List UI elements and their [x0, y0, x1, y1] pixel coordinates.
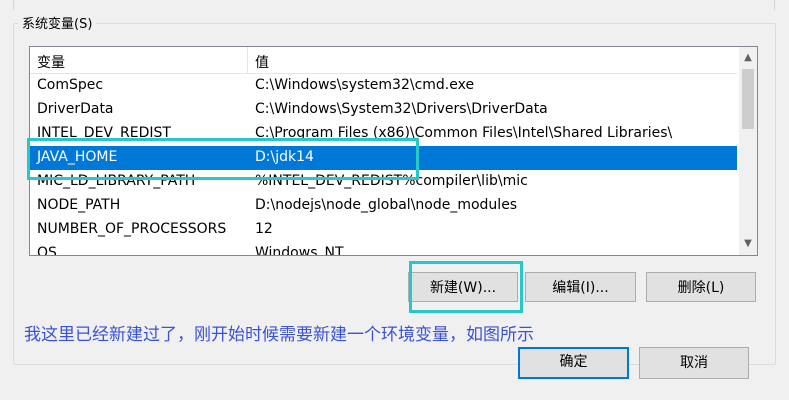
- system-variables-list[interactable]: 变量 值 ComSpec C:\Windows\system32\cmd.exe…: [29, 46, 758, 256]
- table-row[interactable]: MIC_LD_LIBRARY_PATH %INTEL_DEV_REDIST%co…: [30, 170, 737, 194]
- column-divider[interactable]: [247, 47, 248, 73]
- ok-button[interactable]: 确定: [518, 347, 629, 379]
- row-value: C:\Program Files (x86)\Common Files\Inte…: [255, 125, 673, 141]
- row-value: Windows_NT: [255, 245, 344, 256]
- chevron-down-icon[interactable]: ▼: [739, 235, 757, 252]
- row-value: D:\jdk14: [255, 149, 314, 165]
- cancel-button[interactable]: 取消: [639, 347, 749, 379]
- row-value: %INTEL_DEV_REDIST%compiler\lib\mic: [255, 173, 528, 189]
- column-header-name[interactable]: 变量: [37, 52, 65, 72]
- vertical-scrollbar[interactable]: ▲ ▼: [739, 47, 757, 255]
- row-name: NUMBER_OF_PROCESSORS: [37, 221, 227, 237]
- delete-variable-button[interactable]: 删除(L): [646, 272, 756, 302]
- table-row[interactable]: ComSpec C:\Windows\system32\cmd.exe: [30, 74, 737, 98]
- row-value: 12: [255, 221, 273, 237]
- column-header-value[interactable]: 值: [255, 52, 269, 72]
- table-row[interactable]: OS Windows_NT: [30, 242, 737, 256]
- chevron-up-icon[interactable]: ▲: [739, 49, 757, 66]
- table-row-selected[interactable]: JAVA_HOME D:\jdk14: [30, 146, 737, 170]
- scrollbar-thumb[interactable]: [742, 69, 754, 129]
- new-variable-button[interactable]: 新建(W)...: [408, 272, 518, 302]
- table-row[interactable]: DriverData C:\Windows\System32\Drivers\D…: [30, 98, 737, 122]
- row-value: C:\Windows\system32\cmd.exe: [255, 77, 475, 93]
- row-name: OS: [37, 245, 57, 256]
- row-name: DriverData: [37, 101, 114, 117]
- edit-variable-button[interactable]: 编辑(I)...: [525, 272, 636, 302]
- table-row[interactable]: NUMBER_OF_PROCESSORS 12: [30, 218, 737, 242]
- row-value: D:\nodejs\node_global\node_modules: [255, 197, 518, 213]
- table-row[interactable]: NODE_PATH D:\nodejs\node_global\node_mod…: [30, 194, 737, 218]
- dialog-border-left: [13, 0, 14, 10]
- table-row[interactable]: INTEL_DEV_REDIST C:\Program Files (x86)\…: [30, 122, 737, 146]
- row-name: INTEL_DEV_REDIST: [37, 125, 171, 141]
- list-header: 变量 值: [30, 47, 737, 74]
- row-name: ComSpec: [37, 77, 104, 93]
- row-name: NODE_PATH: [37, 197, 121, 213]
- row-name: MIC_LD_LIBRARY_PATH: [37, 173, 196, 189]
- group-title: 系统变量(S): [18, 13, 97, 32]
- row-name: JAVA_HOME: [37, 149, 118, 165]
- annotation-text: 我这里已经新建过了，刚开始时候需要新建一个环境变量，如图所示: [24, 320, 540, 345]
- row-value: C:\Windows\System32\Drivers\DriverData: [255, 101, 548, 117]
- dialog-border-right: [774, 0, 775, 10]
